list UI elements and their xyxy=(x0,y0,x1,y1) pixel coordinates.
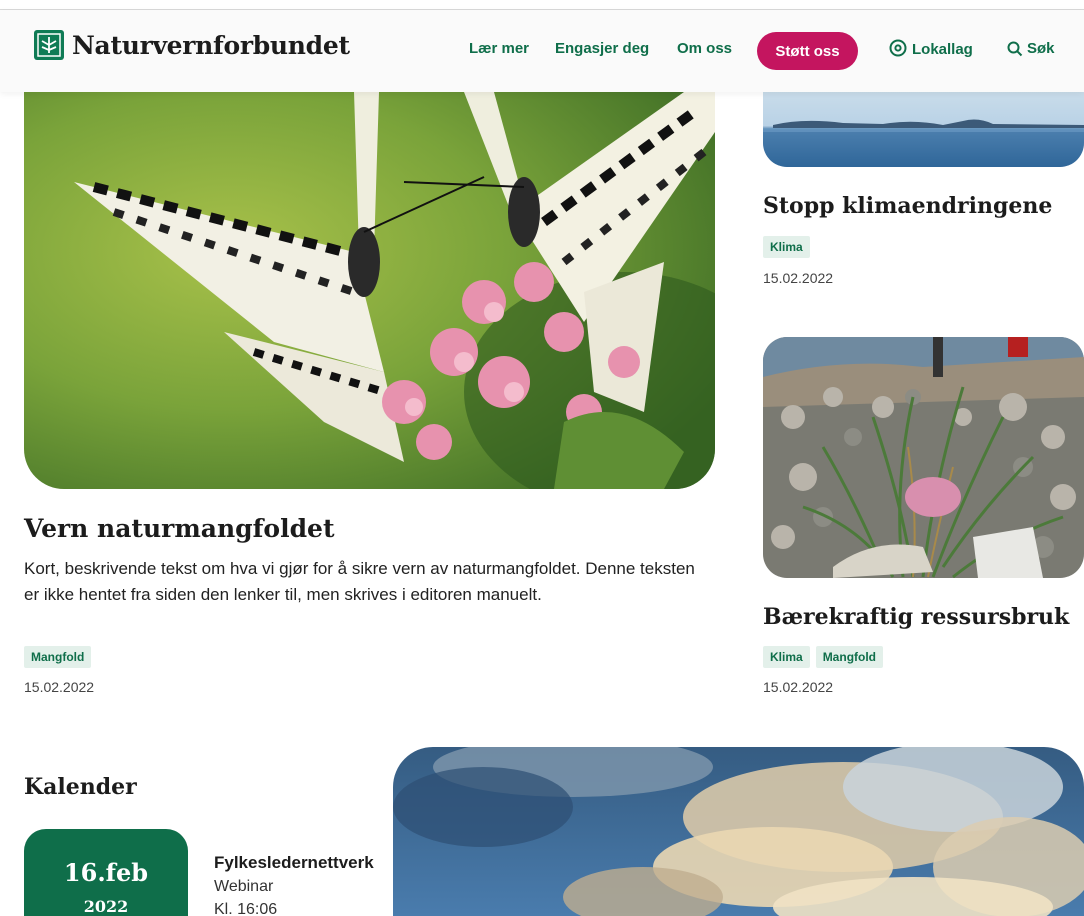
hero-title[interactable]: Vern naturmangfoldet xyxy=(24,514,335,543)
lokallag-label: Lokallag xyxy=(912,40,973,58)
calendar-day: 16.feb xyxy=(63,858,149,887)
hero-date: 15.02.2022 xyxy=(24,679,95,695)
side-tags-1: Klima xyxy=(763,236,810,258)
calendar-event-title[interactable]: Fylkesledernettverk xyxy=(214,853,374,873)
search-label: Søk xyxy=(1027,40,1055,57)
hero-image-butterflies[interactable] xyxy=(24,92,715,489)
nav-engasjer-deg[interactable]: Engasjer deg xyxy=(555,40,649,57)
tag-klima[interactable]: Klima xyxy=(763,646,810,668)
site-header: Naturvernforbundet Lær mer Engasjer deg … xyxy=(0,10,1084,92)
side-tags-2: Klima Mangfold xyxy=(763,646,884,668)
side-title-ressursbruk[interactable]: Bærekraftig ressursbruk xyxy=(763,604,1069,630)
browser-top-edge xyxy=(0,0,1084,10)
nav-om-oss[interactable]: Om oss xyxy=(677,40,732,57)
calendar-event-time: Kl. 16:06 xyxy=(214,901,278,916)
location-pin-icon xyxy=(889,39,907,57)
site-logo[interactable]: Naturvernforbundet xyxy=(34,30,350,60)
nav-laer-mer[interactable]: Lær mer xyxy=(469,40,529,57)
calendar-heading: Kalender xyxy=(24,774,137,800)
search-icon xyxy=(1007,41,1023,56)
calendar-year: 2022 xyxy=(83,897,129,916)
tag-klima[interactable]: Klima xyxy=(763,236,810,258)
side-image-sea[interactable] xyxy=(763,92,1084,167)
side-image-beach-trash[interactable] xyxy=(763,337,1084,578)
calendar-event-type: Webinar xyxy=(214,878,274,895)
tag-mangfold[interactable]: Mangfold xyxy=(24,646,92,668)
side-title-klima[interactable]: Stopp klimaendringene xyxy=(763,193,1052,219)
calendar-date-box[interactable]: 16.feb 2022 xyxy=(24,829,188,916)
side-date-1: 15.02.2022 xyxy=(763,270,834,286)
support-button[interactable]: Støtt oss xyxy=(757,32,858,70)
hero-description: Kort, beskrivende tekst om hva vi gjør f… xyxy=(24,559,695,604)
logo-text: Naturvernforbundet xyxy=(72,30,350,60)
tag-mangfold[interactable]: Mangfold xyxy=(815,646,884,668)
side-date-2: 15.02.2022 xyxy=(763,679,834,695)
logo-icon xyxy=(34,30,64,60)
search-link[interactable]: Søk xyxy=(1007,40,1055,57)
lokallag-link[interactable]: Lokallag xyxy=(888,39,973,59)
feature-image-clouds[interactable] xyxy=(393,747,1084,916)
